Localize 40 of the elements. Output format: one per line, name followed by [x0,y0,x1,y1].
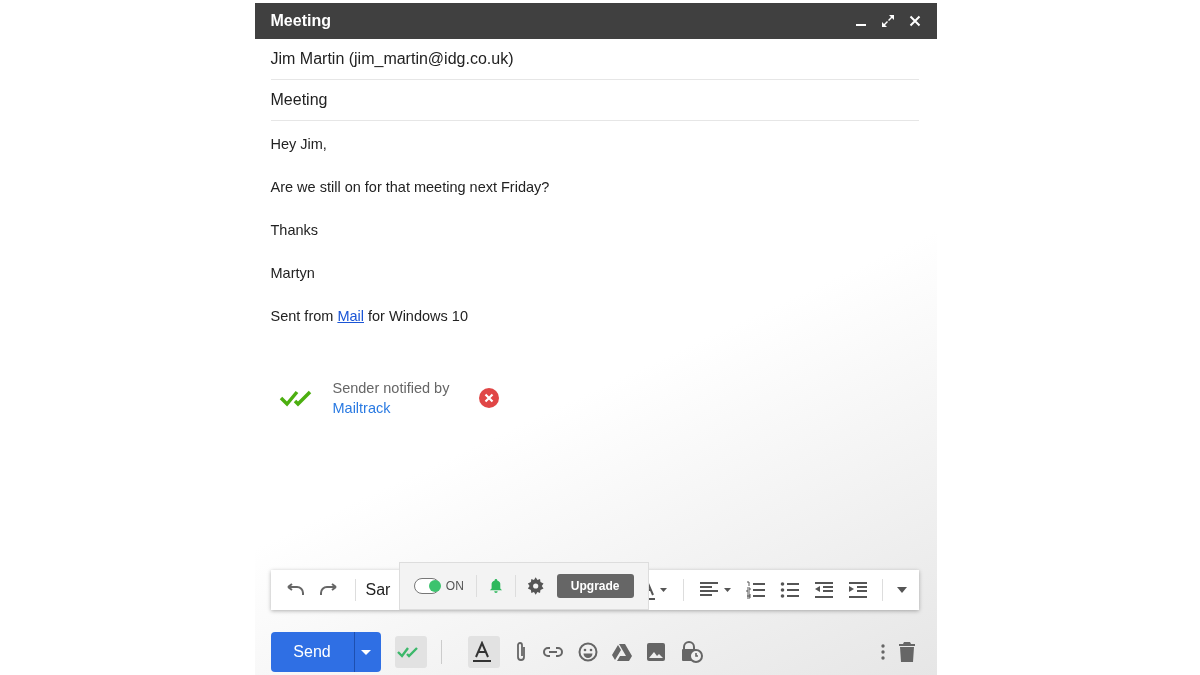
close-icon[interactable] [908,15,921,27]
more-caret-icon[interactable] [896,587,907,593]
body-text: Hey Jim, [270,135,328,153]
send-options-button[interactable] [353,632,381,672]
double-check-icon [396,646,421,658]
upgrade-button[interactable]: Upgrade [556,574,634,598]
link-icon[interactable] [541,646,564,658]
subject-field[interactable]: Meeting [270,80,919,121]
trash-icon[interactable] [898,642,915,662]
emoji-icon[interactable] [577,642,598,662]
align-icon[interactable] [697,581,732,599]
bulleted-list-icon[interactable] [779,581,800,599]
body-text: for Windows 10 [367,307,468,325]
signature-text: Sender notified by [332,380,450,396]
remove-icon[interactable] [479,388,500,408]
send-button[interactable]: Send [270,632,354,672]
toggle-label: ON [445,579,464,593]
caret-icon [360,649,371,655]
body-text: Thanks [270,221,320,239]
body-text: Are we still on for that meeting next Friday? [270,178,551,196]
drive-icon[interactable] [611,643,632,661]
expand-icon[interactable] [880,14,895,28]
recipient-field[interactable]: Jim Martin (jim_martin@idg.co.uk) [270,39,919,80]
text-format-icon [470,641,493,663]
lock-clock-icon[interactable] [679,641,704,663]
tracking-toggle[interactable] [413,578,440,594]
font-selector[interactable]: Sar [365,581,391,599]
mailtrack-link[interactable]: Mailtrack [332,400,450,416]
indent-less-icon[interactable] [813,581,834,599]
body-text: Martyn [270,264,316,282]
indent-more-icon[interactable] [847,581,868,599]
formatting-button[interactable] [467,636,500,668]
mail-link[interactable]: Mail [337,307,364,325]
window-title: Meeting [270,12,331,30]
more-options-icon[interactable] [880,644,885,660]
settings-icon[interactable] [527,576,545,596]
body-text: Sent from [270,307,335,325]
numbered-list-icon[interactable] [745,581,766,599]
image-icon[interactable] [645,642,666,662]
mailtrack-button[interactable] [394,636,427,668]
